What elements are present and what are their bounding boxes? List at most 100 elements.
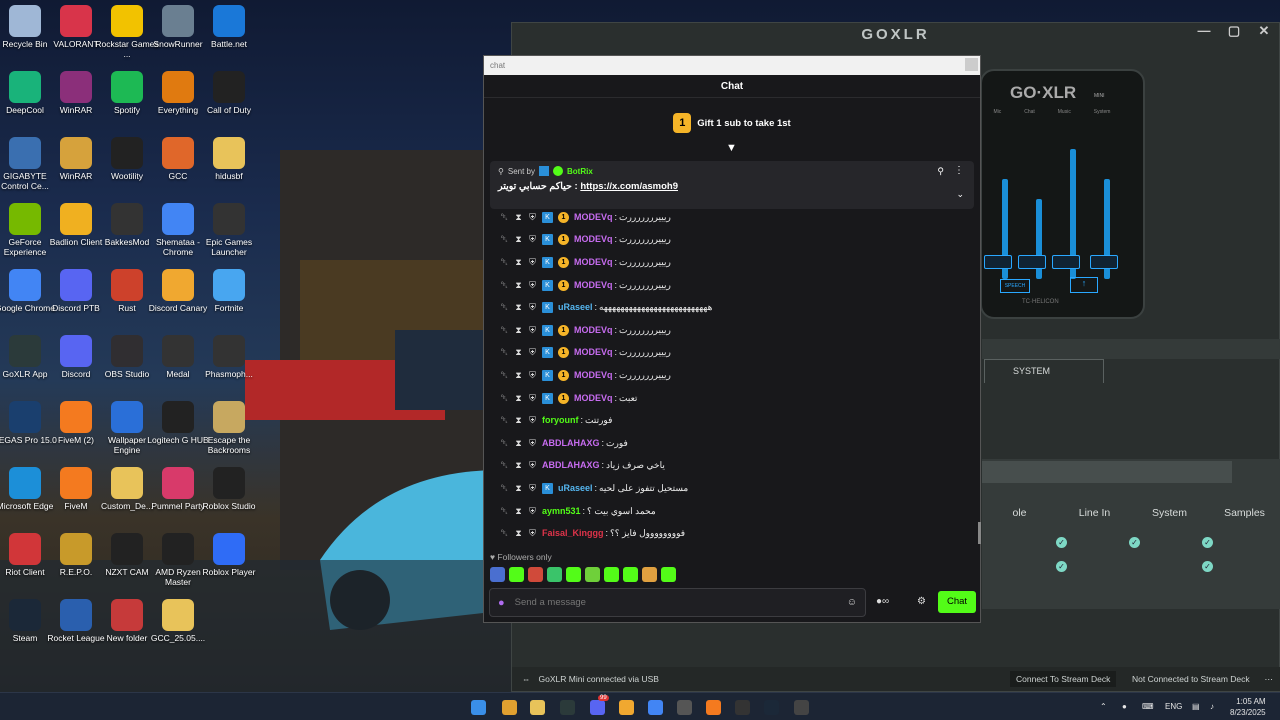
mod-shield-icon[interactable]: ⛨	[528, 370, 537, 381]
discord-canary-taskbar-icon[interactable]	[619, 700, 634, 715]
emote-7[interactable]	[604, 567, 619, 582]
chat-username[interactable]: MODEVq	[574, 393, 613, 404]
taskbar-app-1-icon[interactable]	[502, 700, 517, 715]
mod-shield-icon[interactable]: ⛨	[528, 415, 537, 426]
goxlr-title-bar[interactable]: GOXLR — ▢ ✕	[512, 23, 1279, 45]
gift-sub-banner[interactable]: 1 Gift 1 sub to take 1st	[484, 98, 980, 148]
timeout-icon[interactable]: ⧗	[514, 234, 523, 245]
fivem-taskbar-icon[interactable]	[706, 700, 721, 715]
collapse-icon[interactable]: ▼	[726, 142, 737, 154]
send-chat-button[interactable]: Chat	[938, 591, 976, 613]
mod-shield-icon[interactable]: ⛨	[528, 393, 537, 404]
emote-8[interactable]	[623, 567, 638, 582]
delete-icon[interactable]: ␡	[500, 212, 509, 223]
timeout-icon[interactable]: ⧗	[514, 347, 523, 358]
route-check-4[interactable]: ✓	[1056, 561, 1067, 572]
chat-message[interactable]: ␡ ⧗ ⛨ K 1 MODEVq: ريييرررررررت	[490, 251, 974, 274]
fx-button[interactable]: ↑	[1070, 277, 1098, 293]
mute-button-3[interactable]	[1052, 255, 1080, 269]
delete-icon[interactable]: ␡	[500, 370, 509, 381]
close-window-button[interactable]	[965, 58, 978, 71]
timeout-icon[interactable]: ⧗	[514, 483, 523, 494]
route-check-5[interactable]: ✓	[1202, 561, 1213, 572]
chat-username[interactable]: Faisal_Kinggg	[542, 528, 604, 539]
chat-username[interactable]: uRaseel	[558, 302, 593, 313]
chat-username[interactable]: MODEVq	[574, 257, 613, 268]
chat-message[interactable]: ␡ ⧗ ⛨ ABDLAHAXG: فورت	[490, 432, 974, 455]
settings-gear-icon[interactable]: ⚙	[917, 596, 926, 607]
microphone-icon[interactable]: ●	[498, 597, 505, 609]
pinned-link[interactable]: https://x.com/asmoh9	[580, 181, 678, 192]
chat-username[interactable]: MODEVq	[574, 280, 613, 291]
delete-icon[interactable]: ␡	[500, 234, 509, 245]
mod-shield-icon[interactable]: ⛨	[528, 212, 537, 223]
delete-icon[interactable]: ␡	[500, 393, 509, 404]
user-badges-icon[interactable]: ●∞	[876, 596, 889, 607]
timeout-icon[interactable]: ⧗	[514, 438, 523, 449]
mod-shield-icon[interactable]: ⛨	[528, 483, 537, 494]
chat-username[interactable]: ABDLAHAXG	[542, 460, 600, 471]
mod-shield-icon[interactable]: ⛨	[528, 528, 537, 539]
delete-icon[interactable]: ␡	[500, 302, 509, 313]
delete-icon[interactable]: ␡	[500, 438, 509, 449]
unpin-icon[interactable]: ⚲	[937, 166, 944, 177]
mod-shield-icon[interactable]: ⛨	[528, 460, 537, 471]
chat-message[interactable]: ␡ ⧗ ⛨ K 1 MODEVq: ريييرررررررت	[490, 206, 974, 229]
chat-message-list[interactable]: ␡ ⧗ ⛨ K 1 MODEVq: ريييرررررررت ␡ ⧗ ⛨ K 1 MODEVq: رييي…	[490, 206, 974, 550]
emoji-icon[interactable]: ☺	[847, 597, 857, 608]
emote-10[interactable]	[661, 567, 676, 582]
chat-username[interactable]: MODEVq	[574, 370, 613, 381]
emote-bar[interactable]	[490, 567, 676, 582]
route-check-3[interactable]: ✓	[1202, 537, 1213, 548]
delete-icon[interactable]: ␡	[500, 528, 509, 539]
chat-message[interactable]: ␡ ⧗ ⛨ Faisal_Kinggg: فوووووووول فايز ؟؟	[490, 522, 974, 545]
delete-icon[interactable]: ␡	[500, 347, 509, 358]
mod-shield-icon[interactable]: ⛨	[528, 257, 537, 268]
delete-icon[interactable]: ␡	[500, 483, 509, 494]
emote-4[interactable]	[547, 567, 562, 582]
clock[interactable]: 1:05 AM 8/23/2025	[1230, 696, 1266, 718]
discord-taskbar-icon[interactable]	[590, 700, 605, 715]
timeout-icon[interactable]: ⧗	[514, 280, 523, 291]
steam-taskbar-icon[interactable]	[764, 700, 779, 715]
timeout-icon[interactable]: ⧗	[514, 528, 523, 539]
chat-username[interactable]: MODEVq	[574, 234, 613, 245]
timeout-icon[interactable]: ⧗	[514, 370, 523, 381]
language-indicator[interactable]: ENG	[1165, 702, 1182, 711]
delete-icon[interactable]: ␡	[500, 257, 509, 268]
medal-taskbar-icon[interactable]	[735, 700, 750, 715]
route-check-2[interactable]: ✓	[1129, 537, 1140, 548]
desktop-icon[interactable]: Phasmoph...	[196, 330, 262, 396]
chat-message[interactable]: ␡ ⧗ ⛨ ABDLAHAXG: ياخي صرف زياد	[490, 455, 974, 478]
mod-shield-icon[interactable]: ⛨	[528, 234, 537, 245]
chat-message[interactable]: ␡ ⧗ ⛨ KuRaseel: ههههههههههههههههههههههههههه	[490, 296, 974, 319]
minimize-icon[interactable]: —	[1189, 23, 1219, 39]
timeout-icon[interactable]: ⧗	[514, 257, 523, 268]
emote-5[interactable]	[566, 567, 581, 582]
mod-shield-icon[interactable]: ⛨	[528, 302, 537, 313]
emote-3[interactable]	[528, 567, 543, 582]
taskbar-app-2-icon[interactable]	[677, 700, 692, 715]
delete-icon[interactable]: ␡	[500, 325, 509, 336]
sample-button[interactable]: SPEECH	[1000, 279, 1030, 293]
desktop-icon[interactable]: Fortnite	[196, 264, 262, 330]
expand-icon[interactable]: ⌄	[956, 189, 964, 200]
delete-icon[interactable]: ␡	[500, 506, 509, 517]
tab-system[interactable]: SYSTEM	[984, 359, 1104, 383]
mod-shield-icon[interactable]: ⛨	[528, 506, 537, 517]
chat-message[interactable]: ␡ ⧗ ⛨ K 1 MODEVq: ريييرررررررت	[490, 319, 974, 342]
chat-message[interactable]: ␡ ⧗ ⛨ KuRaseel: مستحيل تتفوز على لحيه	[490, 477, 974, 500]
chat-username[interactable]: MODEVq	[574, 347, 613, 358]
chat-message[interactable]: ␡ ⧗ ⛨ aymn531: محمد اسوي بيت ؟	[490, 500, 974, 523]
tray-chevron-icon[interactable]: ⌃	[1100, 702, 1107, 711]
desktop-icon[interactable]: Epic Games Launcher	[196, 198, 262, 264]
connect-stream-deck-button[interactable]: Connect To Stream Deck	[1010, 671, 1117, 687]
delete-icon[interactable]: ␡	[500, 415, 509, 426]
chat-input-box[interactable]: ● ☺	[489, 588, 866, 617]
mod-shield-icon[interactable]: ⛨	[528, 438, 537, 449]
file-explorer-icon[interactable]	[530, 700, 545, 715]
close-icon[interactable]: ✕	[1249, 23, 1279, 39]
pinned-message[interactable]: ⚲ Sent by BotRix حياكم حسابي تويتر : htt…	[490, 161, 974, 209]
chat-message[interactable]: ␡ ⧗ ⛨ foryounf: فورتتت	[490, 409, 974, 432]
tray-mic-icon[interactable]: ●	[1122, 702, 1127, 711]
